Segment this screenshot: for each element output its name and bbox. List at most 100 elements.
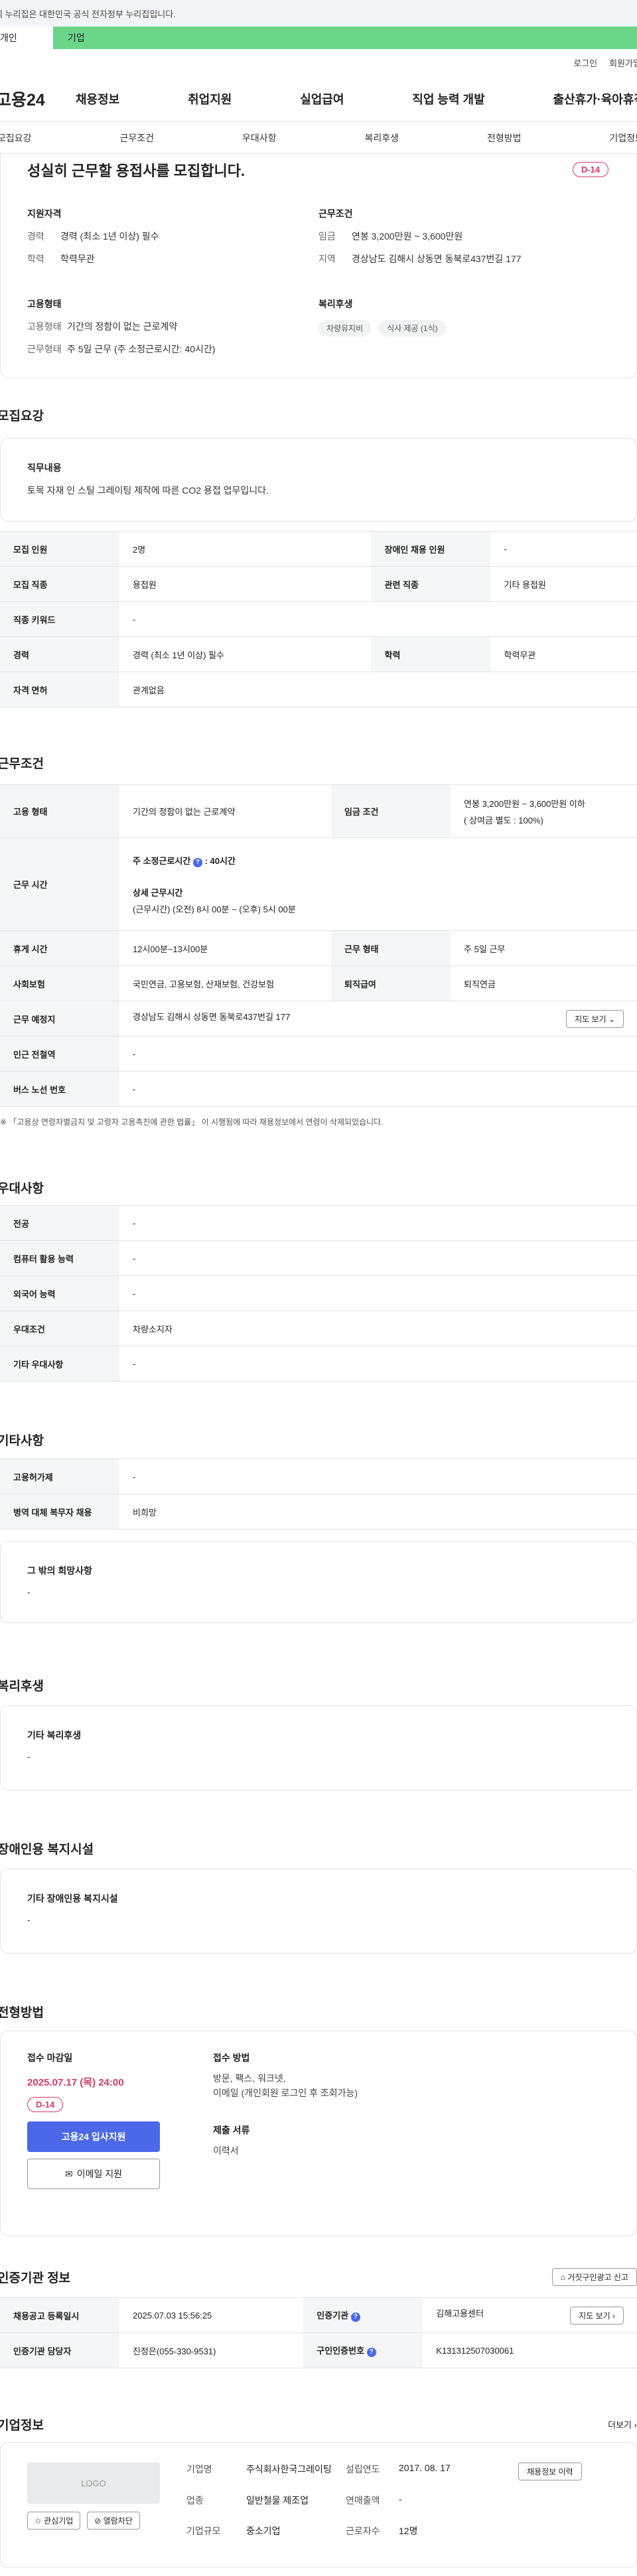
- table-row: 고용허가제 -: [0, 1459, 637, 1494]
- snb-item-recruit[interactable]: 모집요강: [0, 131, 32, 145]
- info-value: 일반철물 제조업: [246, 2494, 309, 2506]
- etc-title: 기타사항: [0, 1434, 44, 1448]
- wish-box: 그 밖의 희망사항 -: [0, 1541, 637, 1623]
- wage-bonus: ( 상여금 별도 : 100%): [464, 815, 543, 825]
- chevron-right-icon: ›: [634, 2420, 637, 2430]
- cell-value: -: [119, 1459, 637, 1494]
- cell-label: 장애인 채용 인원: [371, 531, 491, 567]
- block-button[interactable]: ⊘ 열람차단: [87, 2512, 140, 2530]
- cell-value: 12시00분~13시00분: [119, 930, 332, 966]
- cell-value: -: [119, 1346, 637, 1382]
- company-info-grid: 기업명 주식회사한국그레이팅 설립연도 2017. 08. 17 업종 일반철물…: [186, 2463, 492, 2547]
- welfare-chip: 식사 제공 (1식): [379, 320, 446, 336]
- welfare-chip: 차량유지비: [318, 320, 372, 336]
- duty-text: 토목 자재 인 스틸 그레이팅 제작에 따른 CO2 용접 업무입니다.: [27, 485, 269, 496]
- info-label: 기업규모: [186, 2526, 221, 2537]
- summary-value: 연봉 3,200만원 ~ 3,600만원: [352, 231, 463, 242]
- welfare-box: 기타 복리후생 -: [0, 1705, 637, 1790]
- summary-label: 지역: [318, 253, 336, 264]
- info-label: 설립연도: [346, 2464, 380, 2474]
- global-nav: 고용24 채용정보 취업지원 실업급여 직업 능력 개발 출산휴가·육아휴직: [0, 76, 637, 122]
- block-label: 열람차단: [103, 2516, 133, 2526]
- info-value: 중소기업: [246, 2526, 281, 2537]
- table-row: 휴게 시간 12시00분~13시00분 근무 형태 주 5일 근무: [0, 930, 637, 966]
- summary-value: 경력 (최소 1년 이상) 필수: [60, 231, 159, 242]
- favorite-button[interactable]: ☆ 관심기업: [27, 2512, 81, 2530]
- info-icon[interactable]: ?: [366, 2348, 376, 2357]
- history-button[interactable]: 채용정보 이력: [518, 2463, 582, 2480]
- cell-value: -: [119, 1071, 637, 1107]
- cert-title: 인증기관 정보: [0, 2271, 71, 2285]
- disabled-section: 장애인용 복지시설: [0, 1839, 637, 1857]
- cert-table: 채용공고 등록일시 2025.07.03 15:56:25 인증기관 ? 김해고…: [0, 2297, 637, 2368]
- cell-value: -: [119, 601, 637, 637]
- cell-value: 관계없음: [119, 672, 637, 707]
- cell-value: 용접원: [119, 566, 372, 602]
- tab-personal[interactable]: 개인: [0, 27, 53, 49]
- gnb-item-benefit[interactable]: 실업급여: [300, 90, 344, 107]
- welfare-box-title: 기타 복리후생: [27, 1730, 82, 1741]
- welfare-box-text: -: [27, 1751, 31, 1762]
- login-link[interactable]: 로그인: [573, 56, 597, 69]
- dday-badge: D-14: [27, 2097, 64, 2112]
- site-logo[interactable]: 고용24: [0, 87, 76, 111]
- summary-value: 학력무관: [60, 253, 95, 264]
- summary-label: 학력: [27, 253, 44, 264]
- tab-biz[interactable]: 기업: [53, 27, 637, 49]
- pref-table: 전공 - 컴퓨터 활용 능력 - 외국어 능력 - 우대조건 차량소지자 기타 우대사항…: [0, 1205, 637, 1382]
- snb-item-welfare[interactable]: 복리후생: [364, 131, 399, 145]
- join-link[interactable]: 회원가입: [609, 56, 637, 69]
- summary-card: 성실히 근무할 용접사를 모집합니다. D-14 지원자격 경력 경력 (최소 1…: [0, 153, 637, 378]
- disabled-title: 장애인용 복지시설: [0, 1843, 94, 1857]
- cell-value: 비희망: [119, 1494, 637, 1530]
- summary-qualification: 지원자격 경력 경력 (최소 1년 이상) 필수 학력 학력무관: [27, 207, 318, 275]
- cell-label: 모집 직종: [0, 566, 119, 602]
- table-row: 채용공고 등록일시 2025.07.03 15:56:25 인증기관 ? 김해고…: [0, 2297, 637, 2333]
- snb-item-work[interactable]: 근무조건: [119, 131, 154, 145]
- wage-line: 연봉 3,200만원 ~ 3,600만원 이하: [464, 798, 585, 809]
- docs-title: 제출 서류: [213, 2124, 250, 2135]
- company-title: 기업정보: [0, 2419, 44, 2433]
- snb-item-pref[interactable]: 우대사항: [242, 131, 277, 145]
- table-row: 근무 예정지 경상남도 김해시 상동면 동북로437번길 177 지도 보기 ⌄: [0, 1001, 637, 1037]
- summary-conditions: 근무조건 임금 연봉 3,200만원 ~ 3,600만원 지역 경상남도 김해시 상…: [318, 207, 610, 275]
- report-button[interactable]: ⌂ 거짓구인광고 신고: [551, 2268, 637, 2286]
- cell-value: 경력 (최소 1년 이상) 필수: [119, 636, 372, 672]
- snb-item-company[interactable]: 기업정보: [609, 131, 637, 145]
- cell-label: 관련 직종: [371, 566, 491, 602]
- info-label: 업종: [186, 2494, 204, 2506]
- map-button[interactable]: 지도 보기 ⌄: [566, 1009, 624, 1028]
- cert-map-button[interactable]: 지도 보기 ›: [570, 2306, 624, 2325]
- cell-value: 국민연금, 고용보험, 산재보험, 건강보험: [119, 966, 332, 1001]
- work-table: 고용 형태 기간의 정함이 없는 근로계약 임금 조건 연봉 3,200만원 ~…: [0, 784, 637, 1107]
- hours-detail-label: 상세 근무시간: [133, 887, 183, 898]
- email-apply-button[interactable]: ✉ 이메일 지원: [27, 2159, 160, 2189]
- gnb-item-support[interactable]: 취업지원: [188, 90, 232, 107]
- docs-value: 이력서: [213, 2145, 239, 2156]
- cell-label: 우대조건: [0, 1311, 119, 1346]
- cell-label: 구인인증번호 ?: [303, 2332, 423, 2368]
- gnb-item-training[interactable]: 직업 능력 개발: [412, 90, 484, 107]
- cell-label: 경력: [0, 636, 119, 672]
- recruit-title: 모집요강: [0, 409, 44, 423]
- info-icon[interactable]: ?: [350, 2313, 360, 2322]
- cell-label: 휴게 시간: [0, 930, 119, 966]
- info-icon[interactable]: ?: [192, 857, 202, 867]
- info-value: 2017. 08. 17: [399, 2463, 451, 2473]
- map-button-label: 지도 보기: [575, 1014, 606, 1024]
- gnb-item-jobs[interactable]: 채용정보: [76, 90, 119, 107]
- table-row: 모집 직종 용접원 관련 직종 기타 용접원: [0, 566, 637, 602]
- recruit-section: 모집요강: [0, 406, 637, 424]
- cell-value: -: [119, 1275, 637, 1311]
- company-actions: 채용정보 이력: [518, 2463, 582, 2547]
- cell-value: 주 소정근로시간 ? : 40시간 상세 근무시간 (근무시간) (오전) 8시…: [119, 837, 637, 931]
- cell-label: 병역 대체 복무자 채용: [0, 1494, 119, 1530]
- cell-value: K131312507030061: [423, 2332, 637, 2368]
- hours-weekly-label: 주 소정근로시간: [133, 855, 191, 866]
- apply-button[interactable]: 고용24 입사지원: [27, 2121, 160, 2152]
- gnb-item-leave[interactable]: 출산휴가·육아휴직: [553, 90, 637, 107]
- summary-value: 기간의 정함이 없는 근로계약: [67, 321, 178, 332]
- gnb-menu: 채용정보 취업지원 실업급여 직업 능력 개발 출산휴가·육아휴직: [76, 90, 637, 107]
- snb-item-process[interactable]: 전형방법: [487, 131, 522, 145]
- more-link[interactable]: 더보기 ›: [608, 2418, 637, 2431]
